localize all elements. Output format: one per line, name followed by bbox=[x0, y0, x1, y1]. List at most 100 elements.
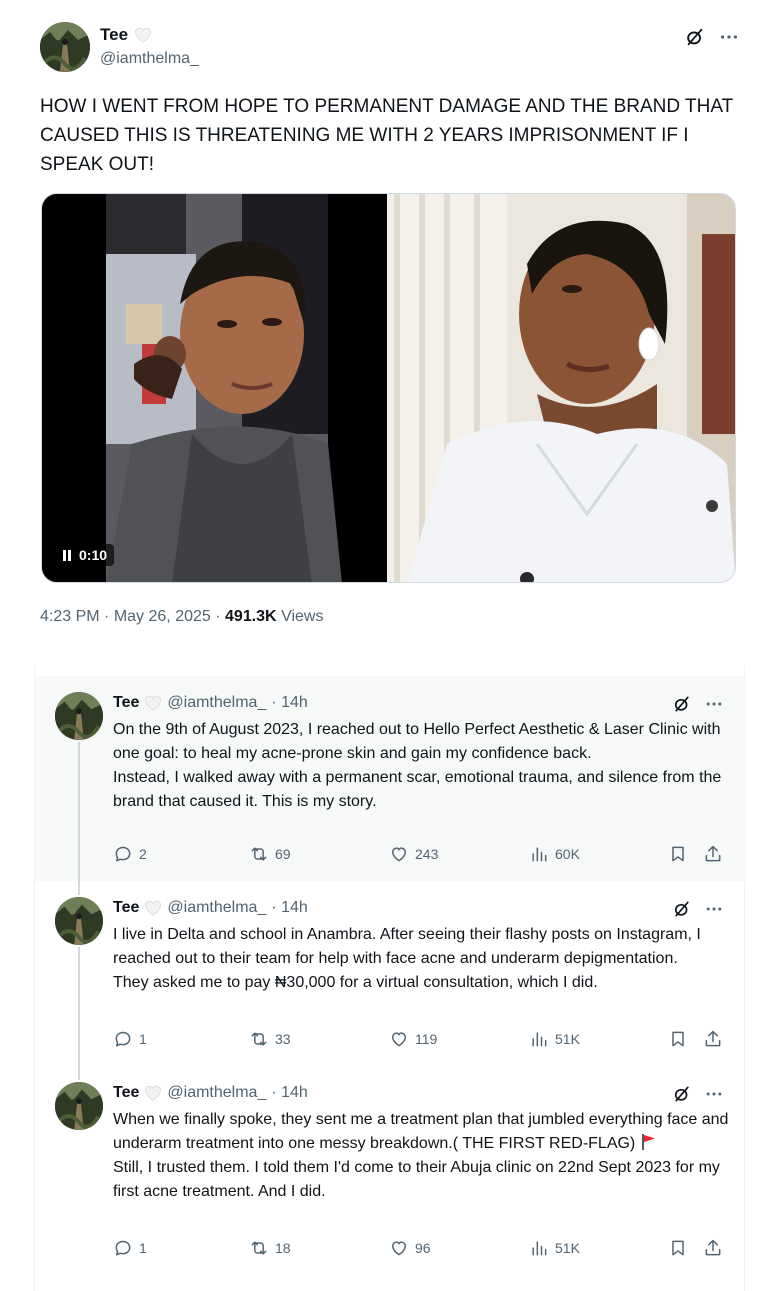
views-label: Views bbox=[281, 608, 324, 625]
white-heart-emoji-icon bbox=[144, 900, 162, 916]
reply-count: 1 bbox=[139, 1240, 147, 1256]
share-icon bbox=[703, 1029, 723, 1049]
video-player[interactable]: 0:10 bbox=[42, 194, 387, 582]
views-icon bbox=[529, 844, 549, 864]
author-handle[interactable]: @iamthelma_ bbox=[100, 50, 199, 68]
views-button[interactable]: 51K bbox=[529, 1029, 580, 1049]
more-icon[interactable] bbox=[718, 26, 740, 48]
reply-tweet[interactable]: Tee @iamthelma_ · 14h I live in Delta an… bbox=[35, 881, 746, 1071]
repost-button[interactable]: 18 bbox=[249, 1238, 291, 1258]
tweet-meta: 4:23 PM · May 26, 2025 · 491.3K Views bbox=[40, 608, 323, 626]
views-icon bbox=[529, 1238, 549, 1258]
time-ago[interactable]: · 14h bbox=[271, 899, 307, 917]
reply-tweet[interactable]: Tee @iamthelma_ · 14h On the 9th of Augu… bbox=[35, 676, 746, 881]
share-button[interactable] bbox=[703, 1238, 723, 1258]
reply-icon bbox=[113, 1029, 133, 1049]
grok-icon[interactable] bbox=[684, 26, 706, 48]
reply-text: I live in Delta and school in Anambra. A… bbox=[113, 923, 733, 995]
action-bar: 1 18 96 51K bbox=[113, 1238, 723, 1260]
like-icon bbox=[389, 1029, 409, 1049]
share-icon bbox=[703, 844, 723, 864]
photo-image bbox=[387, 194, 735, 582]
grok-icon[interactable] bbox=[672, 694, 692, 714]
reply-count: 1 bbox=[139, 1031, 147, 1047]
white-heart-emoji-icon bbox=[144, 695, 162, 711]
author-handle[interactable]: @iamthelma_ bbox=[167, 694, 266, 712]
thread-line bbox=[78, 881, 80, 895]
bookmark-icon bbox=[668, 1238, 688, 1258]
more-icon[interactable] bbox=[704, 694, 724, 714]
like-count: 119 bbox=[415, 1031, 438, 1047]
video-time-badge[interactable]: 0:10 bbox=[56, 544, 115, 566]
reply-text: When we finally spoke, they sent me a tr… bbox=[113, 1108, 733, 1204]
repost-button[interactable]: 33 bbox=[249, 1029, 291, 1049]
bookmark-button[interactable] bbox=[668, 1238, 688, 1258]
avatar[interactable] bbox=[55, 1082, 103, 1130]
white-heart-emoji-icon bbox=[144, 1085, 162, 1101]
reply-count: 2 bbox=[139, 846, 147, 862]
avatar[interactable] bbox=[40, 22, 90, 72]
like-count: 96 bbox=[415, 1240, 431, 1256]
main-tweet-header: Tee @iamthelma_ bbox=[40, 22, 740, 74]
tweet-time[interactable]: 4:23 PM bbox=[40, 608, 100, 625]
views-icon bbox=[529, 1029, 549, 1049]
reply-paragraph: On the 9th of August 2023, I reached out… bbox=[113, 721, 721, 762]
more-icon[interactable] bbox=[704, 899, 724, 919]
views-button[interactable]: 51K bbox=[529, 1238, 580, 1258]
repost-button[interactable]: 69 bbox=[249, 844, 291, 864]
meta-separator: · bbox=[215, 608, 221, 625]
bookmark-icon bbox=[668, 844, 688, 864]
like-button[interactable]: 119 bbox=[389, 1029, 437, 1049]
author-name[interactable]: Tee bbox=[113, 694, 139, 712]
avatar[interactable] bbox=[55, 897, 103, 945]
bookmark-button[interactable] bbox=[668, 1029, 688, 1049]
reply-paragraph: When we finally spoke, they sent me a tr… bbox=[113, 1108, 733, 1156]
reply-tweet[interactable]: Tee @iamthelma_ · 14h When we finally sp… bbox=[35, 1066, 746, 1291]
white-heart-emoji-icon bbox=[134, 27, 152, 43]
action-bar: 2 69 243 60K bbox=[113, 844, 723, 866]
photo[interactable] bbox=[387, 194, 735, 582]
views-count: 60K bbox=[555, 846, 580, 862]
more-icon[interactable] bbox=[704, 1084, 724, 1104]
red-flag-emoji-icon bbox=[641, 1134, 655, 1150]
time-ago[interactable]: · 14h bbox=[271, 694, 307, 712]
author-name[interactable]: Tee bbox=[113, 1084, 139, 1102]
repost-count: 69 bbox=[275, 846, 291, 862]
like-count: 243 bbox=[415, 846, 439, 862]
reply-paragraph: They asked me to pay ₦30,000 for a virtu… bbox=[113, 974, 598, 991]
grok-icon[interactable] bbox=[672, 1084, 692, 1104]
reply-paragraph: Still, I trusted them. I told them I'd c… bbox=[113, 1159, 720, 1200]
avatar[interactable] bbox=[55, 692, 103, 740]
time-ago[interactable]: · 14h bbox=[271, 1084, 307, 1102]
action-bar: 1 33 119 51K bbox=[113, 1029, 723, 1051]
views-button[interactable]: 60K bbox=[529, 844, 580, 864]
tweet-text: HOW I WENT FROM HOPE TO PERMANENT DAMAGE… bbox=[40, 96, 733, 175]
like-button[interactable]: 243 bbox=[389, 844, 438, 864]
tweet-media[interactable]: 0:10 bbox=[41, 193, 736, 583]
reply-button[interactable]: 1 bbox=[113, 1029, 147, 1049]
meta-separator: · bbox=[104, 608, 110, 625]
reply-paragraph: I live in Delta and school in Anambra. A… bbox=[113, 926, 701, 967]
reply-button[interactable]: 1 bbox=[113, 1238, 147, 1258]
thread-replies: Tee @iamthelma_ · 14h On the 9th of Augu… bbox=[34, 666, 746, 1291]
pause-icon[interactable] bbox=[63, 549, 71, 561]
repost-count: 18 bbox=[275, 1240, 291, 1256]
reply-button[interactable]: 2 bbox=[113, 844, 147, 864]
bookmark-button[interactable] bbox=[668, 844, 688, 864]
grok-icon[interactable] bbox=[672, 899, 692, 919]
author-handle[interactable]: @iamthelma_ bbox=[167, 899, 266, 917]
like-button[interactable]: 96 bbox=[389, 1238, 431, 1258]
repost-icon bbox=[249, 1029, 269, 1049]
reply-paragraph: Instead, I walked away with a permanent … bbox=[113, 769, 722, 810]
repost-icon bbox=[249, 1238, 269, 1258]
author-name[interactable]: Tee bbox=[113, 899, 139, 917]
author-name[interactable]: Tee bbox=[100, 25, 128, 45]
thread-line bbox=[78, 742, 80, 881]
thread-line bbox=[78, 1066, 80, 1080]
tweet-date[interactable]: May 26, 2025 bbox=[114, 608, 211, 625]
reply-icon bbox=[113, 1238, 133, 1258]
share-button[interactable] bbox=[703, 844, 723, 864]
share-button[interactable] bbox=[703, 1029, 723, 1049]
reply-icon bbox=[113, 844, 133, 864]
author-handle[interactable]: @iamthelma_ bbox=[167, 1084, 266, 1102]
